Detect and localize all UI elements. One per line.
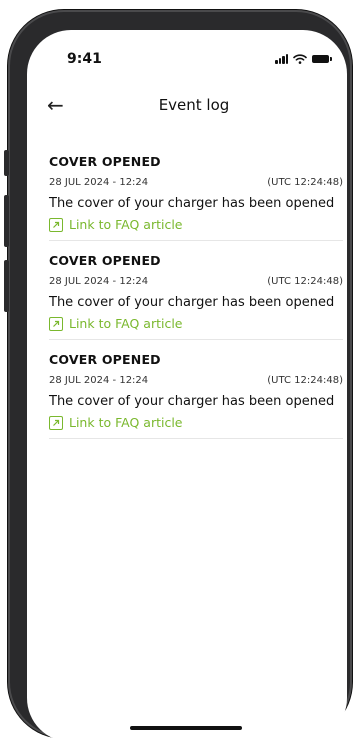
event-item: COVER OPENED 28 JUL 2024 - 12:24 (UTC 12…	[49, 154, 343, 241]
event-title: COVER OPENED	[49, 253, 161, 268]
event-item: COVER OPENED 28 JUL 2024 - 12:24 (UTC 12…	[49, 352, 343, 439]
event-utc-time: (UTC 12:24:48)	[267, 375, 343, 386]
event-meta: 28 JUL 2024 - 12:24 (UTC 12:24:48)	[49, 375, 343, 386]
event-date: 28 JUL 2024 - 12:24	[49, 177, 149, 188]
battery-icon	[312, 55, 332, 63]
event-item: COVER OPENED 28 JUL 2024 - 12:24 (UTC 12…	[49, 253, 343, 340]
event-meta: 28 JUL 2024 - 12:24 (UTC 12:24:48)	[49, 177, 343, 188]
home-indicator[interactable]	[130, 726, 242, 730]
external-link-icon	[49, 217, 63, 232]
status-time: 9:41	[67, 51, 102, 67]
faq-link[interactable]: Link to FAQ article	[49, 217, 343, 232]
event-list: COVER OPENED 28 JUL 2024 - 12:24 (UTC 12…	[49, 154, 343, 451]
event-utc-time: (UTC 12:24:48)	[267, 177, 343, 188]
event-description: The cover of your charger has been opene…	[49, 394, 335, 409]
event-date: 28 JUL 2024 - 12:24	[49, 375, 149, 386]
status-icons	[275, 54, 332, 64]
event-date: 28 JUL 2024 - 12:24	[49, 276, 149, 287]
silent-switch	[4, 150, 9, 176]
header: ← Event log	[27, 88, 347, 128]
faq-link-label[interactable]: Link to FAQ article	[69, 316, 183, 331]
screen: 9:41 ← Event log COVER OPENED 28 JUL 202…	[27, 30, 347, 742]
faq-link[interactable]: Link to FAQ article	[49, 415, 343, 430]
faq-link-label[interactable]: Link to FAQ article	[69, 415, 183, 430]
external-link-icon	[49, 316, 63, 331]
external-link-icon	[49, 415, 63, 430]
event-description: The cover of your charger has been opene…	[49, 196, 335, 211]
event-meta: 28 JUL 2024 - 12:24 (UTC 12:24:48)	[49, 276, 343, 287]
event-title: COVER OPENED	[49, 352, 161, 367]
faq-link-label[interactable]: Link to FAQ article	[69, 217, 183, 232]
page-title: Event log	[158, 96, 230, 114]
faq-link[interactable]: Link to FAQ article	[49, 316, 343, 331]
wifi-icon	[293, 54, 307, 64]
phone-frame: 9:41 ← Event log COVER OPENED 28 JUL 202…	[4, 10, 352, 742]
signal-icon	[275, 54, 288, 64]
event-description: The cover of your charger has been opene…	[49, 295, 335, 310]
event-title: COVER OPENED	[49, 154, 161, 169]
volume-down-button	[4, 260, 9, 312]
volume-up-button	[4, 195, 9, 247]
event-utc-time: (UTC 12:24:48)	[267, 276, 343, 287]
